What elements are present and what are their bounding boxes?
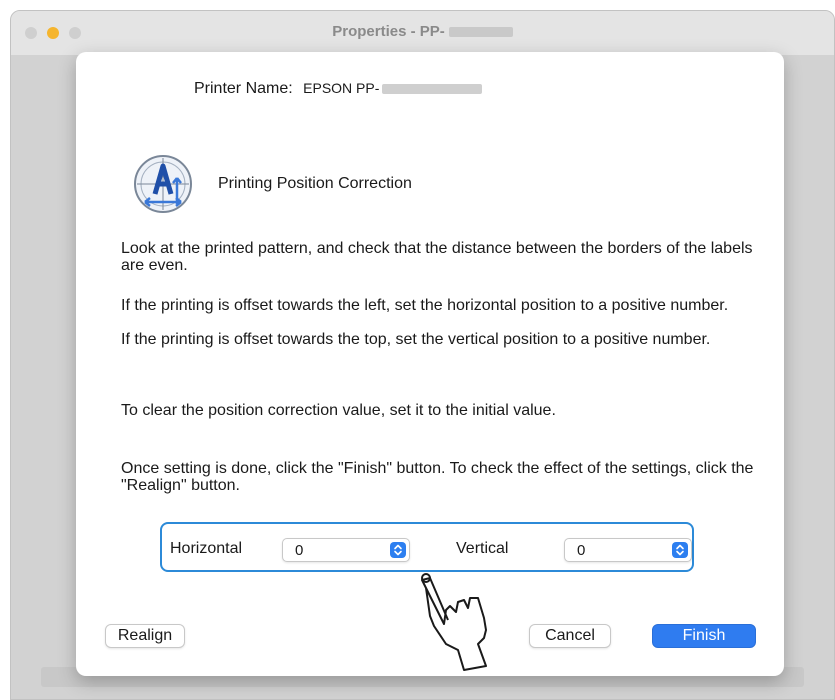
vertical-position-select[interactable]: 0	[564, 538, 692, 562]
section-title: Printing Position Correction	[218, 175, 412, 192]
realign-button[interactable]: Realign	[105, 624, 185, 648]
window-title-text: Properties - PP-	[332, 23, 445, 40]
vertical-label: Vertical	[456, 540, 509, 557]
instruction-check-pattern: Look at the printed pattern, and check t…	[121, 240, 753, 274]
position-controls-highlight: Horizontal 0 Vertical 0	[160, 522, 694, 572]
redacted-printer-model	[382, 83, 483, 94]
horizontal-stepper-icon	[390, 542, 406, 558]
pointing-hand-icon	[408, 566, 504, 672]
vertical-stepper-icon	[672, 542, 688, 558]
instruction-finish-realign: Once setting is done, click the "Finish"…	[121, 460, 754, 494]
vertical-position-value: 0	[577, 542, 586, 559]
printer-name-label: Printer Name:	[194, 80, 293, 97]
instruction-clear-value: To clear the position correction value, …	[121, 402, 556, 419]
position-correction-icon	[131, 152, 195, 216]
title-bar: Properties - PP-	[11, 11, 834, 55]
instruction-horizontal-offset: If the printing is offset towards the le…	[121, 297, 729, 314]
cancel-button[interactable]: Cancel	[529, 624, 611, 648]
finish-button[interactable]: Finish	[652, 624, 756, 648]
printer-name-row: Printer Name: EPSON PP-	[194, 80, 483, 98]
horizontal-position-select[interactable]: 0	[282, 538, 410, 562]
horizontal-label: Horizontal	[170, 540, 243, 557]
redacted-model-number	[448, 27, 513, 38]
horizontal-position-value: 0	[295, 542, 304, 559]
instruction-vertical-offset: If the printing is offset towards the to…	[121, 331, 711, 348]
printer-name-value: EPSON PP-	[303, 80, 380, 96]
window-title: Properties - PP-	[11, 23, 834, 40]
